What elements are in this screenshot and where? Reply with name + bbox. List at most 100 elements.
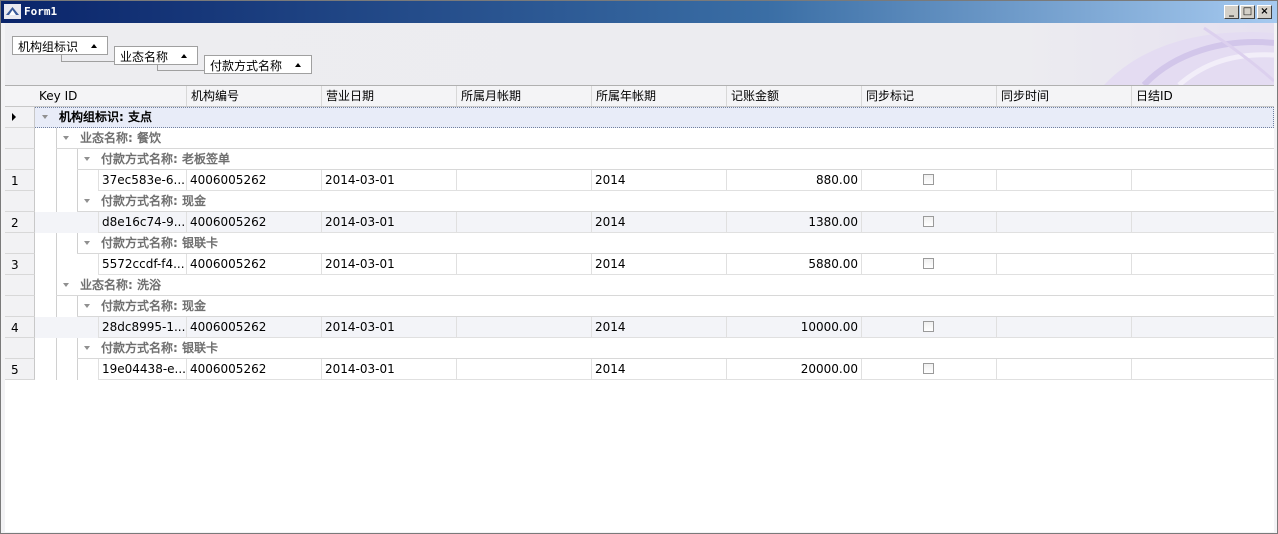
maximize-button[interactable]: □ — [1240, 5, 1255, 19]
sync-checkbox[interactable] — [923, 216, 934, 227]
cell-month[interactable] — [456, 212, 591, 233]
cell-sync-time[interactable] — [996, 317, 1131, 338]
cell-sync-time[interactable] — [996, 359, 1131, 380]
cell-key-id[interactable]: d8e16c74-9... — [98, 212, 186, 233]
cell-daily-id[interactable] — [1131, 212, 1274, 233]
cell-amount[interactable]: 880.00 — [726, 170, 861, 191]
cell-year[interactable]: 2014 — [591, 359, 726, 380]
cell-org-no[interactable]: 4006005262 — [186, 317, 321, 338]
group-row-payment[interactable]: 付款方式名称: 银联卡 — [5, 233, 1274, 254]
group-row-payment[interactable]: 付款方式名称: 现金 — [5, 191, 1274, 212]
cell-year[interactable]: 2014 — [591, 317, 726, 338]
group-row-business[interactable]: 业态名称: 餐饮 — [5, 128, 1274, 149]
cell-org-no[interactable]: 4006005262 — [186, 359, 321, 380]
group-row-payment[interactable]: 付款方式名称: 现金 — [5, 296, 1274, 317]
sync-checkbox[interactable] — [923, 258, 934, 269]
collapse-icon[interactable] — [84, 304, 90, 308]
cell-amount[interactable]: 5880.00 — [726, 254, 861, 275]
column-header-year[interactable]: 所属年帐期 — [591, 86, 726, 106]
cell-org-no[interactable]: 4006005262 — [186, 212, 321, 233]
cell-daily-id[interactable] — [1131, 317, 1274, 338]
cell-key-id[interactable]: 5572ccdf-f4... — [98, 254, 186, 275]
cell-date[interactable]: 2014-03-01 — [321, 359, 456, 380]
collapse-icon[interactable] — [84, 241, 90, 245]
cell-key-id[interactable]: 19e04438-e... — [98, 359, 186, 380]
cell-month[interactable] — [456, 317, 591, 338]
sort-up-icon — [91, 44, 97, 48]
group-label: 业态名称: 餐饮 — [80, 131, 161, 145]
table-row[interactable]: 1 37ec583e-6... 4006005262 2014-03-01 20… — [5, 170, 1274, 191]
cell-sync-time[interactable] — [996, 212, 1131, 233]
cell-year[interactable]: 2014 — [591, 170, 726, 191]
column-header-daily-id[interactable]: 日结ID — [1131, 86, 1274, 106]
cell-amount[interactable]: 10000.00 — [726, 317, 861, 338]
cell-org-no[interactable]: 4006005262 — [186, 170, 321, 191]
collapse-icon[interactable] — [84, 157, 90, 161]
column-header-sync-flag[interactable]: 同步标记 — [861, 86, 996, 106]
table-row[interactable]: 4 28dc8995-1... 4006005262 2014-03-01 20… — [5, 317, 1274, 338]
row-indicator — [5, 233, 35, 254]
column-header-org-no[interactable]: 机构编号 — [186, 86, 321, 106]
cell-amount[interactable]: 1380.00 — [726, 212, 861, 233]
cell-sync-flag[interactable] — [861, 170, 996, 191]
cell-daily-id[interactable] — [1131, 359, 1274, 380]
group-button-org[interactable]: 机构组标识 — [12, 36, 108, 55]
row-index: 2 — [5, 212, 35, 233]
group-row-org[interactable]: 机构组标识: 支点 — [5, 107, 1274, 128]
cell-date[interactable]: 2014-03-01 — [321, 317, 456, 338]
column-header-amount[interactable]: 记账金额 — [726, 86, 861, 106]
title-bar[interactable]: Form1 _ □ × — [1, 1, 1277, 23]
collapse-icon[interactable] — [84, 199, 90, 203]
cell-date[interactable]: 2014-03-01 — [321, 170, 456, 191]
row-indicator-header — [5, 86, 35, 106]
data-grid[interactable]: Key ID 机构编号 营业日期 所属月帐期 所属年帐期 记账金额 同步标记 同… — [5, 85, 1274, 532]
cell-daily-id[interactable] — [1131, 170, 1274, 191]
cell-month[interactable] — [456, 359, 591, 380]
group-row-payment[interactable]: 付款方式名称: 老板签单 — [5, 149, 1274, 170]
group-label: 付款方式名称: 老板签单 — [101, 152, 230, 166]
cell-key-id[interactable]: 28dc8995-1... — [98, 317, 186, 338]
group-row-business[interactable]: 业态名称: 洗浴 — [5, 275, 1274, 296]
group-row-payment[interactable]: 付款方式名称: 银联卡 — [5, 338, 1274, 359]
cell-amount[interactable]: 20000.00 — [726, 359, 861, 380]
collapse-icon[interactable] — [84, 346, 90, 350]
group-button-label: 机构组标识 — [18, 40, 79, 54]
cell-org-no[interactable]: 4006005262 — [186, 254, 321, 275]
cell-year[interactable]: 2014 — [591, 254, 726, 275]
cell-key-id[interactable]: 37ec583e-6... — [98, 170, 186, 191]
collapse-icon[interactable] — [42, 115, 48, 119]
column-header-month[interactable]: 所属月帐期 — [456, 86, 591, 106]
cell-sync-flag[interactable] — [861, 317, 996, 338]
collapse-icon[interactable] — [63, 136, 69, 140]
cell-sync-flag[interactable] — [861, 254, 996, 275]
cell-daily-id[interactable] — [1131, 254, 1274, 275]
cell-sync-time[interactable] — [996, 254, 1131, 275]
cell-sync-flag[interactable] — [861, 359, 996, 380]
group-button-payment[interactable]: 付款方式名称 — [204, 55, 312, 74]
table-row[interactable]: 3 5572ccdf-f4... 4006005262 2014-03-01 2… — [5, 254, 1274, 275]
main-window: Form1 _ □ × 机构组标识 业态名称 付款方式名称 Key ID 机构编… — [0, 0, 1278, 534]
cell-sync-flag[interactable] — [861, 212, 996, 233]
collapse-icon[interactable] — [63, 283, 69, 287]
row-indicator — [5, 191, 35, 212]
column-header-date[interactable]: 营业日期 — [321, 86, 456, 106]
cell-month[interactable] — [456, 170, 591, 191]
cell-year[interactable]: 2014 — [591, 212, 726, 233]
row-indicator — [5, 149, 35, 170]
row-indicator — [5, 107, 35, 128]
sync-checkbox[interactable] — [923, 363, 934, 374]
cell-sync-time[interactable] — [996, 170, 1131, 191]
group-button-business[interactable]: 业态名称 — [114, 46, 198, 65]
cell-date[interactable]: 2014-03-01 — [321, 212, 456, 233]
sync-checkbox[interactable] — [923, 321, 934, 332]
sync-checkbox[interactable] — [923, 174, 934, 185]
close-button[interactable]: × — [1257, 5, 1272, 19]
cell-date[interactable]: 2014-03-01 — [321, 254, 456, 275]
window-title: Form1 — [24, 5, 58, 18]
column-header-key-id[interactable]: Key ID — [35, 86, 186, 106]
table-row[interactable]: 5 19e04438-e... 4006005262 2014-03-01 20… — [5, 359, 1274, 380]
minimize-button[interactable]: _ — [1224, 5, 1239, 19]
table-row[interactable]: 2 d8e16c74-9... 4006005262 2014-03-01 20… — [5, 212, 1274, 233]
column-header-sync-time[interactable]: 同步时间 — [996, 86, 1131, 106]
cell-month[interactable] — [456, 254, 591, 275]
